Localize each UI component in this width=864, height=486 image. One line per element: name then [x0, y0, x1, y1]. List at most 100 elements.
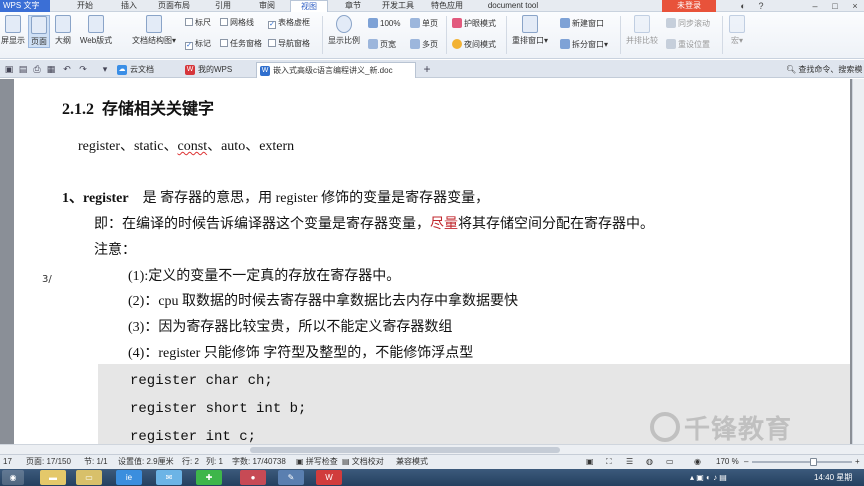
- page-view-button[interactable]: 页面: [28, 15, 50, 48]
- login-button[interactable]: 未登录: [662, 0, 716, 12]
- start-button[interactable]: ◉: [2, 470, 24, 485]
- tab-cloud-docs[interactable]: ☁ 云文档: [114, 62, 170, 78]
- split-window-button[interactable]: 拆分窗口▾: [560, 39, 608, 50]
- folder-taskbar-icon[interactable]: ▭: [76, 470, 102, 485]
- menu-review[interactable]: 审阅: [252, 0, 282, 12]
- quick-access-dropdown-icon[interactable]: ▾: [100, 64, 110, 74]
- status-word-count[interactable]: 字数: 17/40738: [232, 455, 286, 469]
- view-fullscreen-icon[interactable]: ⛶: [606, 455, 612, 469]
- side-by-side-button[interactable]: 并排比较: [624, 15, 660, 46]
- mail-taskbar-icon[interactable]: ✉: [156, 470, 182, 485]
- menu-view[interactable]: 视图: [290, 0, 328, 12]
- view-read-icon[interactable]: ▭: [666, 455, 674, 469]
- document-page[interactable]: 2.1.2 存储相关关键字 register、static、const、auto…: [14, 79, 850, 454]
- multi-page-button[interactable]: 多页: [410, 39, 438, 50]
- ruler-checkbox[interactable]: 标尺: [185, 18, 211, 28]
- horizontal-scrollbar[interactable]: [0, 444, 864, 454]
- view-outline-icon[interactable]: ☰: [626, 455, 633, 469]
- help-icon[interactable]: ?: [754, 0, 768, 12]
- note-label: 注意：: [94, 243, 136, 258]
- editor-taskbar-icon[interactable]: ✎: [278, 470, 304, 485]
- zoom-out-icon[interactable]: –: [744, 455, 748, 469]
- nav-pane-checkbox[interactable]: 导航窗格: [268, 39, 310, 49]
- night-mode-button[interactable]: 夜间模式: [452, 39, 496, 50]
- reset-position-button[interactable]: 重设位置: [666, 39, 710, 50]
- vertical-scrollbar[interactable]: [852, 79, 864, 454]
- zoom-level[interactable]: 170 %: [716, 455, 739, 469]
- new-window-icon: [560, 18, 570, 28]
- outline-view-button[interactable]: 大纲: [52, 15, 74, 46]
- zoom-100-icon: [368, 18, 378, 28]
- taskbar-clock[interactable]: 14:40 星期: [814, 469, 852, 486]
- watermark-logo: 千锋教育: [650, 409, 792, 446]
- note-item: (1):定义的变量不一定真的存放在寄存器中。: [128, 269, 401, 284]
- undo-icon[interactable]: ↶: [62, 64, 72, 74]
- page-width-button[interactable]: 页宽: [368, 39, 396, 50]
- app-taskbar-icon[interactable]: ●: [240, 470, 266, 485]
- tab-document[interactable]: W 嵌入式高级c语言编程讲义_新.doc: [256, 62, 416, 78]
- eye-protection-icon: [452, 18, 462, 28]
- eye-mode-button[interactable]: 护眼模式: [452, 18, 496, 29]
- sync-scroll-button[interactable]: 同步滚动: [666, 18, 710, 29]
- web-view-button[interactable]: Web版式: [78, 15, 114, 46]
- view-page-icon[interactable]: ▣: [586, 455, 594, 469]
- app-menu-button[interactable]: WPS 文字: [0, 0, 50, 12]
- task-pane-checkbox[interactable]: 任务窗格: [220, 39, 262, 49]
- zoom-slider[interactable]: [752, 461, 852, 463]
- zoom-button[interactable]: 显示比例: [326, 15, 362, 46]
- fullscreen-button[interactable]: 屏显示: [0, 15, 26, 46]
- macro-button[interactable]: 宏▾: [726, 15, 748, 46]
- compat-mode: 兼容模式: [396, 457, 428, 466]
- close-icon[interactable]: ×: [848, 0, 862, 12]
- item-1: 1、register 是 寄存器的意思，用 register 修饰的变量是寄存器…: [62, 191, 490, 206]
- side-by-side-icon: [634, 15, 650, 33]
- print-icon[interactable]: ⎙: [32, 64, 42, 74]
- browser-taskbar-icon[interactable]: ie: [116, 470, 142, 485]
- horizontal-scroll-thumb[interactable]: [250, 447, 560, 453]
- skin-icon[interactable]: ◐: [736, 0, 750, 12]
- add-tab-button[interactable]: +: [422, 63, 432, 75]
- gridlines-checkbox[interactable]: 网格线: [220, 18, 254, 28]
- table-gridlines-checkbox[interactable]: ✓ 表格虚框: [268, 18, 310, 29]
- wps-taskbar-icon[interactable]: W: [316, 470, 342, 485]
- reset-position-icon: [666, 39, 676, 49]
- menu-document-tool[interactable]: document tool: [478, 0, 548, 12]
- media-taskbar-icon[interactable]: ✚: [196, 470, 222, 485]
- status-row: 行: 2: [182, 457, 199, 466]
- menu-start[interactable]: 开始: [70, 0, 100, 12]
- print-preview-icon[interactable]: ▦: [46, 64, 56, 74]
- tray-icons[interactable]: ▴ ▣ ◐ ♪ ▤: [690, 469, 727, 486]
- new-window-button[interactable]: 新建窗口: [560, 18, 604, 29]
- keyword-list: register、static、const、auto、extern: [78, 139, 295, 154]
- maximize-icon[interactable]: □: [828, 0, 842, 12]
- eye-mode-status-icon[interactable]: ◉: [694, 455, 701, 469]
- zoom-slider-thumb[interactable]: [810, 458, 817, 466]
- tab-my-wps[interactable]: W 我的WPS: [182, 62, 244, 78]
- redo-icon[interactable]: ↷: [78, 64, 88, 74]
- zoom-in-icon[interactable]: +: [855, 455, 860, 469]
- menu-references[interactable]: 引用: [208, 0, 238, 12]
- doc-check-button[interactable]: ▤ 文档校对: [342, 455, 384, 469]
- ribbon: 屏显示 页面 大纲 Web版式 文档结构图▾ 标尺 ✓ 标记 网格线 任务窗格 ✓…: [0, 12, 864, 59]
- save-icon[interactable]: ▣: [4, 64, 14, 74]
- explorer-taskbar-icon[interactable]: ▬: [40, 470, 66, 485]
- arrange-windows-icon: [522, 15, 538, 33]
- menu-chapter[interactable]: 章节: [338, 0, 368, 12]
- menu-page-layout[interactable]: 页面布局: [152, 0, 196, 12]
- doc-structure-button[interactable]: 文档结构图▾: [128, 15, 180, 46]
- status-page[interactable]: 页面: 17/150: [26, 455, 71, 469]
- minimize-icon[interactable]: –: [808, 0, 822, 12]
- menu-insert[interactable]: 插入: [114, 0, 144, 12]
- menu-special[interactable]: 特色应用: [426, 0, 468, 12]
- view-web-icon[interactable]: ◍: [646, 455, 653, 469]
- command-search-input[interactable]: 🔍︎ 查找命令、搜索模: [786, 64, 862, 75]
- menu-dev-tools[interactable]: 开发工具: [378, 0, 418, 12]
- export-pdf-icon[interactable]: ▤: [18, 64, 28, 74]
- note-item: (3)：因为寄存器比较宝贵，所以不能定义寄存器数组: [128, 320, 453, 335]
- zoom-100-button[interactable]: 100%: [368, 18, 400, 29]
- spell-check-button[interactable]: ▣ 拼写检查: [296, 455, 338, 469]
- arrange-windows-button[interactable]: 重排窗口▾: [510, 15, 550, 46]
- single-page-button[interactable]: 单页: [410, 18, 438, 29]
- document-area: 2.1.2 存储相关关键字 register、static、const、auto…: [0, 79, 864, 454]
- labels-checkbox[interactable]: ✓ 标记: [185, 39, 211, 50]
